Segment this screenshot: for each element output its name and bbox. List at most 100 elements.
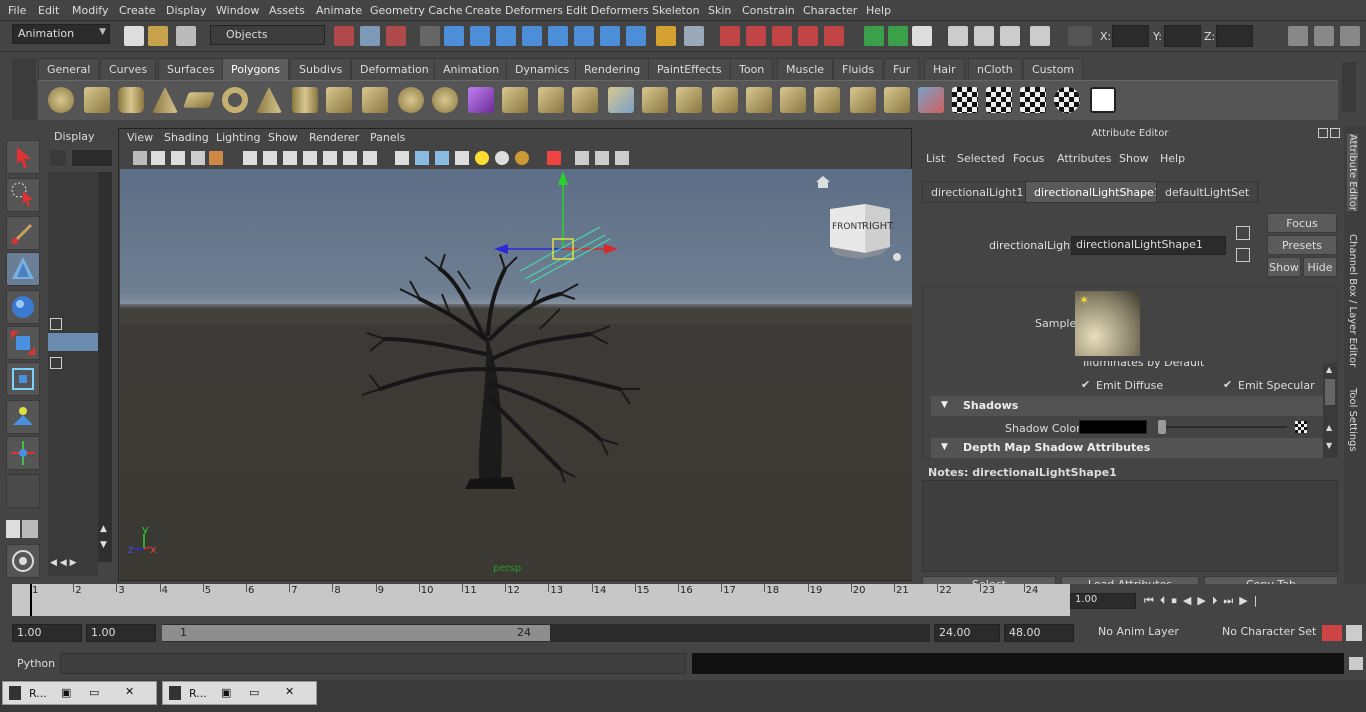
film-gate-icon[interactable] bbox=[263, 151, 277, 165]
sculpt-icon[interactable] bbox=[918, 87, 944, 113]
shelf-tab-hair[interactable]: Hair bbox=[924, 58, 965, 80]
time-slider[interactable]: 1 2 3 4 5 6 7 8 9 10 11 12 13 14 15 16 17 18 19 20 21 22 23 24 bbox=[12, 584, 1070, 616]
lasso-tool-button[interactable] bbox=[6, 178, 40, 212]
viewport-menu-view[interactable]: View bbox=[127, 131, 153, 144]
ae-tab-directionallight1[interactable]: directionalLight1 bbox=[922, 181, 1033, 203]
show-button[interactable]: Show bbox=[1267, 257, 1301, 277]
layout-single-icon[interactable] bbox=[6, 520, 20, 538]
merge-icon[interactable] bbox=[712, 87, 738, 113]
lock-selection-icon[interactable] bbox=[656, 26, 676, 46]
select-camera-icon[interactable] bbox=[133, 151, 147, 165]
node-name-field[interactable]: directionalLightShape1 bbox=[1071, 236, 1226, 255]
select-hierarchy-icon[interactable] bbox=[334, 26, 354, 46]
script-editor-icon[interactable] bbox=[1349, 657, 1363, 670]
restore-icon[interactable]: ▣ bbox=[221, 686, 231, 699]
menu-assets[interactable]: Assets bbox=[269, 4, 305, 17]
maximize-icon[interactable]: ▭ bbox=[249, 686, 259, 699]
menu-edit[interactable]: Edit bbox=[38, 4, 59, 17]
selection-mode-dropdown[interactable]: Objects bbox=[210, 25, 325, 45]
safe-title-icon[interactable] bbox=[363, 151, 377, 165]
shelf-tab-painteffects[interactable]: PaintEffects bbox=[648, 58, 731, 80]
depth-map-section-header[interactable]: ▼ Depth Map Shadow Attributes bbox=[931, 438, 1323, 458]
close-icon[interactable]: ✕ bbox=[285, 685, 294, 698]
auto-key-icon[interactable] bbox=[1322, 625, 1342, 641]
new-layer-icon[interactable] bbox=[50, 150, 66, 166]
layer-filter-field[interactable] bbox=[72, 150, 112, 166]
y-coordinate-field[interactable] bbox=[1164, 25, 1201, 47]
viewport-menu-panels[interactable]: Panels bbox=[370, 131, 405, 144]
scroll-up-icon[interactable]: ▲ bbox=[1326, 365, 1332, 374]
uv-texture-editor-icon[interactable] bbox=[1090, 87, 1116, 113]
z-coordinate-field[interactable] bbox=[1216, 25, 1253, 47]
wireframe-on-shaded-icon[interactable] bbox=[435, 151, 449, 165]
show-channel-box-icon[interactable] bbox=[1340, 26, 1360, 46]
xray-components-icon[interactable] bbox=[615, 151, 629, 165]
xray-icon[interactable] bbox=[575, 151, 589, 165]
collapse-icon[interactable] bbox=[746, 87, 772, 113]
new-scene-icon[interactable] bbox=[124, 26, 144, 46]
hide-button[interactable]: Hide bbox=[1303, 257, 1337, 277]
select-dynamics-icon[interactable] bbox=[574, 26, 594, 46]
last-tool-button[interactable] bbox=[6, 474, 40, 508]
scroll-left-icon[interactable]: ◀ ◀ ▶ bbox=[50, 558, 77, 568]
uv-automatic-icon[interactable] bbox=[1054, 87, 1080, 113]
two-d-pan-icon[interactable] bbox=[209, 151, 223, 165]
directional-light-manipulator[interactable] bbox=[494, 171, 618, 284]
highlight-selection-icon[interactable] bbox=[684, 26, 704, 46]
append-polygon-icon[interactable] bbox=[572, 87, 598, 113]
expand-icon[interactable] bbox=[50, 357, 62, 369]
side-tab-attribute-editor[interactable]: Attribute Editor bbox=[1347, 134, 1358, 211]
open-scene-icon[interactable] bbox=[148, 26, 168, 46]
display-tab-label[interactable]: Display bbox=[54, 130, 95, 143]
minimized-window[interactable]: R... ▣ ▭ ✕ bbox=[2, 681, 157, 705]
menu-skeleton[interactable]: Skeleton bbox=[652, 4, 700, 17]
shelf-options-strip[interactable] bbox=[12, 58, 36, 120]
scrollbar-thumb[interactable] bbox=[1325, 379, 1335, 405]
show-attribute-editor-icon[interactable] bbox=[1288, 26, 1308, 46]
wedge-icon[interactable] bbox=[850, 87, 876, 113]
focus-button[interactable]: Focus bbox=[1267, 213, 1337, 233]
shadow-color-slider-track[interactable] bbox=[1157, 426, 1287, 428]
hypershade-icon[interactable] bbox=[1000, 26, 1020, 46]
emit-diffuse-checkbox-icon[interactable]: ✔ bbox=[1081, 378, 1090, 391]
side-tab-tool-settings[interactable]: Tool Settings bbox=[1347, 388, 1358, 452]
shadows-icon[interactable] bbox=[495, 151, 509, 165]
select-surfaces-icon[interactable] bbox=[522, 26, 542, 46]
expand-icon[interactable] bbox=[50, 318, 62, 330]
menu-animate[interactable]: Animate bbox=[316, 4, 362, 17]
shadows-section-header[interactable]: ▼ Shadows bbox=[931, 396, 1323, 416]
close-panel-icon[interactable] bbox=[1330, 128, 1340, 138]
bevel-icon[interactable] bbox=[676, 87, 702, 113]
separate-icon[interactable] bbox=[398, 87, 424, 113]
render-settings-icon[interactable] bbox=[974, 26, 994, 46]
resolution-gate-icon[interactable] bbox=[283, 151, 297, 165]
snap-to-point-icon[interactable] bbox=[772, 26, 792, 46]
shelf-tab-subdivs[interactable]: Subdivs bbox=[290, 58, 352, 80]
xray-joints-icon[interactable] bbox=[595, 151, 609, 165]
menu-edit-deformers[interactable]: Edit Deformers bbox=[566, 4, 649, 17]
uv-planar-icon[interactable] bbox=[952, 87, 978, 113]
quick-layout-button[interactable] bbox=[6, 544, 40, 578]
field-chart-icon[interactable] bbox=[323, 151, 337, 165]
shelf-tab-fur[interactable]: Fur bbox=[884, 58, 920, 80]
menu-constrain[interactable]: Constrain bbox=[742, 4, 795, 17]
anim-layer-dropdown[interactable]: No Anim Layer bbox=[1078, 624, 1196, 642]
end-time-field[interactable]: 48.00 bbox=[1004, 624, 1074, 642]
textured-icon[interactable] bbox=[455, 151, 469, 165]
high-quality-icon[interactable] bbox=[515, 151, 529, 165]
show-tool-settings-icon[interactable] bbox=[1314, 26, 1334, 46]
maximize-icon[interactable]: ▭ bbox=[89, 686, 99, 699]
bridge-icon[interactable] bbox=[538, 87, 564, 113]
soft-modification-button[interactable] bbox=[6, 400, 40, 434]
attribute-scrollbar[interactable]: ▲ ▲ ▼ bbox=[1323, 363, 1337, 457]
home-icon[interactable] bbox=[816, 176, 830, 188]
layer-row-selected[interactable] bbox=[48, 333, 98, 351]
layout-layers-icon[interactable] bbox=[22, 520, 38, 538]
ipr-render-icon[interactable] bbox=[948, 26, 968, 46]
snap-to-view-plane-icon[interactable] bbox=[798, 26, 818, 46]
bookmarks-icon[interactable] bbox=[171, 151, 185, 165]
isolate-select-icon[interactable] bbox=[547, 151, 561, 165]
menu-display[interactable]: Display bbox=[166, 4, 207, 17]
insert-edge-loop-icon[interactable] bbox=[642, 87, 668, 113]
shelf-tab-deformation[interactable]: Deformation bbox=[351, 58, 438, 80]
